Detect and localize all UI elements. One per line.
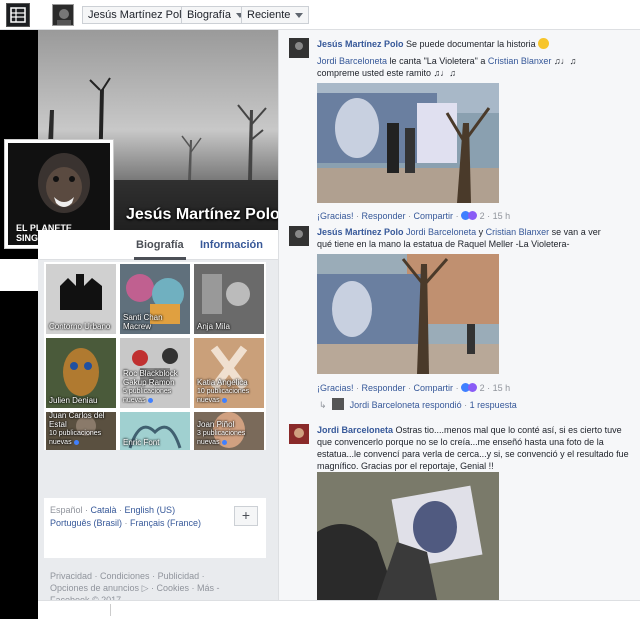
profile-name-button[interactable]: Jesús Martínez Polo bbox=[82, 6, 194, 24]
friend-tile[interactable]: Contorno Urbano bbox=[46, 264, 116, 334]
comment-text: Jesús Martínez Polo Jordi Barceloneta y … bbox=[317, 226, 617, 250]
footer-link[interactable]: Publicidad bbox=[158, 571, 200, 581]
thanks-reaction-icon bbox=[468, 383, 478, 392]
replies-summary[interactable]: ↳ Jordi Barceloneta respondió · 1 respue… bbox=[319, 398, 517, 411]
feed-column: Jesús Martínez Polo Se puede documentar … bbox=[278, 30, 640, 600]
mention-link[interactable]: Cristian Blanxer bbox=[486, 227, 550, 237]
thanks-button[interactable]: ¡Gracias! bbox=[317, 211, 354, 221]
app-grid-icon[interactable] bbox=[6, 3, 30, 27]
sort-dropdown[interactable]: Reciente bbox=[241, 6, 310, 24]
top-bar: Jesús Martínez Polo Biografía Reciente bbox=[0, 0, 640, 30]
friend-name: Anja Mila bbox=[197, 322, 230, 331]
left-rail bbox=[0, 30, 38, 619]
footer-link[interactable]: Condiciones bbox=[100, 571, 150, 581]
language-option[interactable]: Français (France) bbox=[130, 518, 201, 528]
language-selector: Español · Català · English (US) Portuguê… bbox=[44, 498, 266, 558]
share-button[interactable]: Compartir bbox=[414, 211, 454, 221]
smile-emoji-icon bbox=[538, 38, 550, 49]
friends-grid: Contorno Urbano Santi Chan Macrew Anja M… bbox=[44, 262, 266, 450]
avatar[interactable] bbox=[289, 424, 309, 444]
friend-tile[interactable]: Enric Font bbox=[120, 412, 190, 450]
language-list: Español · Català · English (US) Portuguê… bbox=[50, 505, 202, 528]
comment-actions: ¡Gracias! · Responder · Compartir · 2 · … bbox=[317, 383, 511, 393]
footer-link[interactable]: Cookies bbox=[156, 583, 189, 593]
left-rail-stub bbox=[0, 259, 38, 291]
header-avatar[interactable] bbox=[52, 4, 74, 26]
reaction-count[interactable]: 2 bbox=[480, 383, 485, 393]
bottom-divider bbox=[110, 604, 111, 616]
thanks-reaction-icon bbox=[468, 211, 478, 220]
mention-link[interactable]: Jordi Barceloneta bbox=[406, 227, 476, 237]
author-link[interactable]: Jesús Martínez Polo bbox=[317, 227, 404, 237]
post-text: Jesús Martínez Polo Se puede documentar … bbox=[317, 38, 637, 50]
author-link[interactable]: Jordi Barceloneta bbox=[317, 425, 393, 435]
bottom-bar bbox=[38, 600, 640, 619]
friend-tile[interactable]: Katia Angelica 10 publicaciones nuevas bbox=[194, 338, 264, 408]
footer-link[interactable]: Privacidad bbox=[50, 571, 92, 581]
comment-actions: ¡Gracias! · Responder · Compartir · 2 · … bbox=[317, 211, 511, 221]
footer-link[interactable]: Opciones de anuncios bbox=[50, 583, 139, 593]
friend-tile[interactable]: Julien Deniau bbox=[46, 338, 116, 408]
friend-name: Contorno Urbano bbox=[49, 322, 111, 331]
author-link[interactable]: Jordi Barceloneta bbox=[317, 56, 387, 66]
friend-name: Santi Chan Macrew bbox=[123, 313, 163, 331]
reaction-count[interactable]: 2 bbox=[480, 211, 485, 221]
reply-button[interactable]: Responder bbox=[362, 211, 406, 221]
friend-name: Juan Carlos del Estal 10 publicaciones nu… bbox=[49, 412, 105, 446]
comment-text: Jordi Barceloneta Ostras tio....menos ma… bbox=[317, 424, 635, 472]
timeline-dropdown-label: Biografía bbox=[187, 9, 232, 21]
timeline-dropdown[interactable]: Biografía bbox=[181, 6, 251, 24]
comment-photo[interactable] bbox=[317, 83, 499, 203]
friend-tile[interactable]: Roc Blackblock Gakup Ramon 5 publicacione… bbox=[120, 338, 190, 408]
friend-tile[interactable]: Juan Carlos del Estal 10 publicaciones nu… bbox=[46, 412, 116, 450]
profile-tabs: Biografía Información bbox=[38, 230, 278, 260]
author-link[interactable]: Jesús Martínez Polo bbox=[317, 39, 404, 49]
comment-conjunction: y bbox=[478, 227, 484, 237]
post-body: Se puede documentar la historia bbox=[406, 39, 536, 49]
friend-name: Enric Font bbox=[123, 438, 160, 447]
friend-tile[interactable]: Joan Piñol 3 publicaciones nuevas bbox=[194, 412, 264, 450]
language-option[interactable]: Català bbox=[91, 505, 117, 515]
add-language-button[interactable]: + bbox=[234, 506, 258, 526]
language-option[interactable]: English (US) bbox=[125, 505, 176, 515]
current-language: Español bbox=[50, 505, 83, 515]
friend-name: Roc Blackblock Gakup Ramon 5 publicacione… bbox=[123, 369, 178, 404]
sort-dropdown-label: Reciente bbox=[247, 9, 291, 21]
friend-name: Katia Angelica 10 publicaciones nuevas bbox=[197, 378, 250, 404]
comment: Jordi Barceloneta le canta "La Violetera… bbox=[289, 55, 639, 225]
comment: Jordi Barceloneta Ostras tio....menos ma… bbox=[289, 424, 639, 600]
footer-link[interactable]: Más bbox=[197, 583, 214, 593]
comment-photo[interactable] bbox=[317, 254, 499, 374]
chevron-down-icon bbox=[295, 13, 304, 18]
profile-column: Jesús Martínez Polo EL PLANETE SINGES Bi… bbox=[4, 30, 278, 605]
tab-info[interactable]: Información bbox=[200, 239, 263, 251]
language-option[interactable]: Português (Brasil) bbox=[50, 518, 122, 528]
reply-button[interactable]: Responder bbox=[362, 383, 406, 393]
comment-body: le canta "La Violetera" a bbox=[389, 56, 486, 66]
comment-text: Jordi Barceloneta le canta "La Violetera… bbox=[317, 55, 617, 79]
thanks-button[interactable]: ¡Gracias! bbox=[317, 383, 354, 393]
mention-link[interactable]: Cristian Blanxer bbox=[488, 56, 552, 66]
reply-author[interactable]: Jordi Barceloneta bbox=[350, 400, 420, 410]
comment-photo[interactable] bbox=[317, 472, 499, 600]
comment: Jesús Martínez Polo Jordi Barceloneta y … bbox=[289, 226, 639, 416]
friend-tile[interactable]: Santi Chan Macrew bbox=[120, 264, 190, 334]
avatar bbox=[332, 398, 345, 410]
reply-arrow-icon: ↳ bbox=[319, 400, 327, 410]
cover-profile-name: Jesús Martínez Polo bbox=[126, 206, 278, 223]
reply-verb: respondió bbox=[422, 400, 462, 410]
friend-name: Joan Piñol 3 publicaciones nuevas bbox=[197, 420, 246, 446]
friend-tile[interactable]: Anja Mila bbox=[194, 264, 264, 334]
share-button[interactable]: Compartir bbox=[414, 383, 454, 393]
friend-name: Julien Deniau bbox=[49, 396, 98, 405]
timestamp[interactable]: 15 h bbox=[493, 383, 511, 393]
avatar[interactable] bbox=[289, 226, 309, 246]
tab-timeline[interactable]: Biografía bbox=[134, 239, 186, 260]
reply-count[interactable]: 1 respuesta bbox=[470, 400, 517, 410]
timestamp[interactable]: 15 h bbox=[493, 211, 511, 221]
